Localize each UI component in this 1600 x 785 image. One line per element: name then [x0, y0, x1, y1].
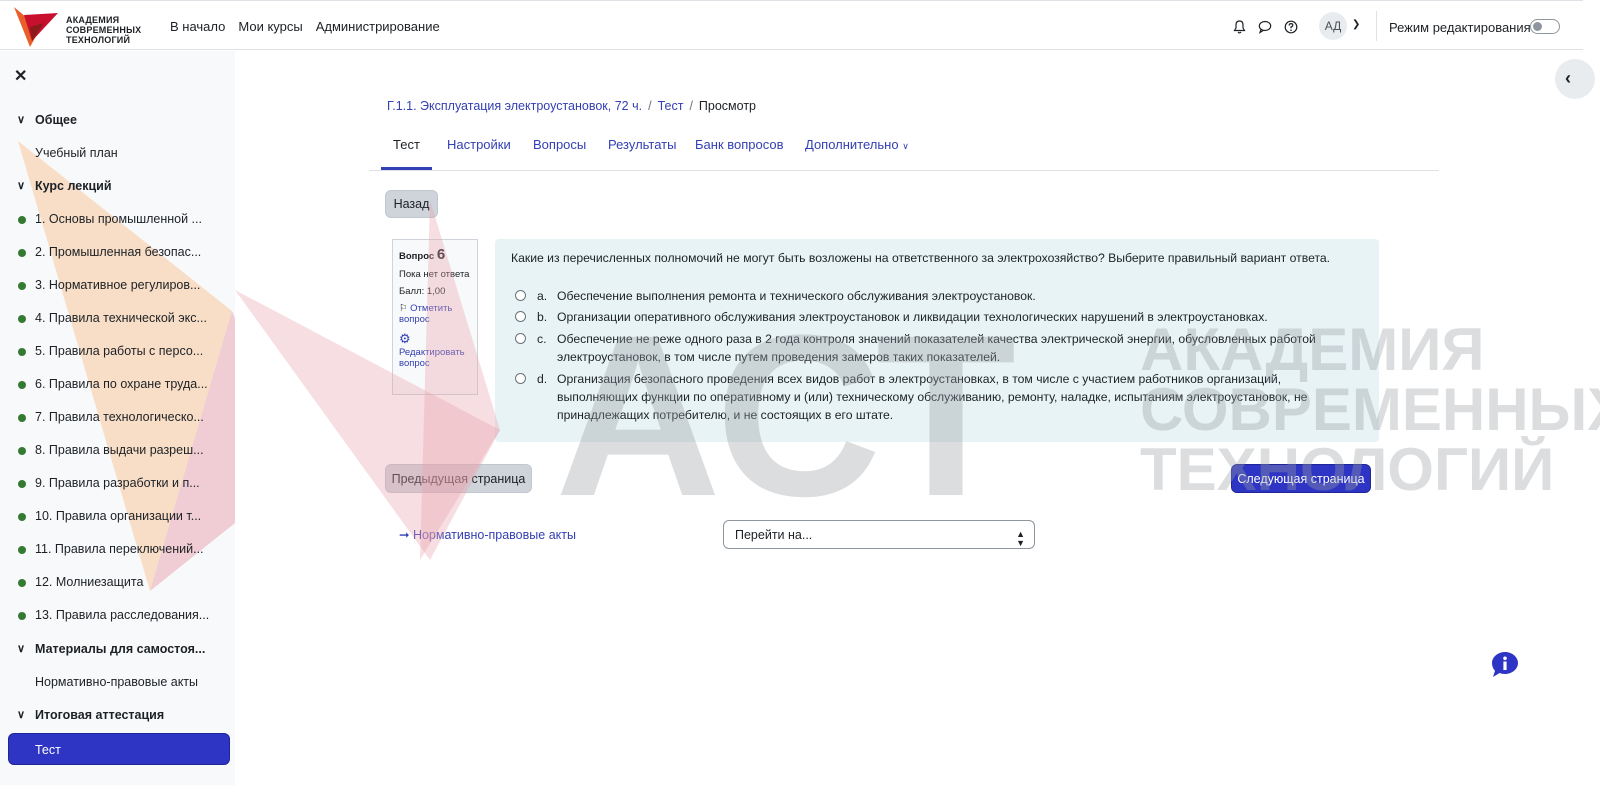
- course-index-drawer: ✕ ∨ Общее Учебный план ∨ Курс лекций 1. …: [0, 51, 235, 785]
- completion-dot: [18, 282, 26, 290]
- edit-mode-label: Режим редактирования: [1389, 20, 1531, 35]
- flag-question-link[interactable]: ⚐ Отметить вопрос: [399, 303, 471, 325]
- breadcrumb-current: Просмотр: [698, 99, 757, 113]
- sidebar-item-lecture-7[interactable]: 7. Правила технологическо...: [0, 403, 235, 431]
- completion-dot: [18, 480, 26, 488]
- breadcrumb: Г.1.1. Эксплуатация электроустановок, 72…: [387, 99, 756, 113]
- nav-link-my-courses[interactable]: Мои курсы: [238, 19, 302, 34]
- radio-button[interactable]: [515, 290, 526, 301]
- chevron-down-icon: ∨: [902, 141, 909, 151]
- breadcrumb-separator: /: [689, 99, 693, 113]
- sidebar-item-lecture-6[interactable]: 6. Правила по охране труда...: [0, 370, 235, 398]
- previous-page-button[interactable]: Предыдущая страница: [385, 464, 532, 493]
- tab-settings[interactable]: Настройки: [447, 137, 511, 152]
- info-chat-icon[interactable]: [1490, 650, 1520, 680]
- sidebar-item-lecture-8[interactable]: 8. Правила выдачи разреш...: [0, 436, 235, 464]
- tab-question-bank[interactable]: Банк вопросов: [695, 137, 784, 152]
- sidebar-item-lecture-5[interactable]: 5. Правила работы с персо...: [0, 337, 235, 365]
- sidebar-item-lecture-2[interactable]: 2. Промышленная безопас...: [0, 238, 235, 266]
- help-icon[interactable]: [1284, 20, 1298, 34]
- nav-link-admin[interactable]: Администрирование: [316, 19, 440, 34]
- sidebar-item-test-active[interactable]: Тест: [8, 733, 230, 765]
- main-region: Г.1.1. Эксплуатация электроустановок, 72…: [235, 51, 1583, 785]
- completion-dot: [18, 447, 26, 455]
- chevron-down-icon[interactable]: ∨: [17, 701, 25, 729]
- tab-results[interactable]: Результаты: [608, 137, 676, 152]
- sidebar-item-lecture-3[interactable]: 3. Нормативное регулиров...: [0, 271, 235, 299]
- question-content: Какие из перечисленных полномочий не мог…: [495, 239, 1379, 442]
- sidebar-item-curriculum[interactable]: Учебный план: [0, 139, 235, 167]
- jump-to-select[interactable]: Перейти на... ▲ ▼: [723, 520, 1035, 549]
- breadcrumb-course-link[interactable]: Г.1.1. Эксплуатация электроустановок, 72…: [387, 99, 642, 113]
- completion-dot: [18, 381, 26, 389]
- messages-icon[interactable]: [1258, 20, 1272, 34]
- completion-dot: [18, 348, 26, 356]
- top-navbar: АКАДЕМИЯ СОВРЕМЕННЫХ ТЕХНОЛОГИЙ В начало…: [0, 0, 1583, 50]
- gear-icon: ⚙: [399, 331, 411, 346]
- next-page-button[interactable]: Следующая страница: [1231, 464, 1371, 493]
- sidebar-item-lecture-10[interactable]: 10. Правила организации т...: [0, 502, 235, 530]
- close-drawer-icon[interactable]: ✕: [14, 66, 27, 86]
- open-block-drawer-button[interactable]: ‹: [1555, 59, 1595, 99]
- sidebar-item-lecture-12[interactable]: 12. Молниезащита: [0, 568, 235, 596]
- tab-quiz[interactable]: Тест: [393, 137, 420, 152]
- completion-dot: [18, 579, 26, 587]
- completion-dot: [18, 315, 26, 323]
- sidebar-item-regulatory-acts[interactable]: Нормативно-правовые акты: [0, 668, 235, 696]
- sidebar-section-general[interactable]: ∨ Общее: [0, 106, 235, 134]
- user-avatar[interactable]: АД: [1319, 12, 1347, 40]
- radio-button[interactable]: [515, 311, 526, 322]
- tab-more[interactable]: Дополнительно ∨: [805, 137, 909, 152]
- completion-dot: [18, 414, 26, 422]
- sidebar-item-lecture-11[interactable]: 11. Правила переключений...: [0, 535, 235, 563]
- chevron-down-icon[interactable]: ∨: [17, 172, 25, 200]
- question-number: Вопрос 6: [399, 246, 446, 263]
- sidebar-item-lecture-9[interactable]: 9. Правила разработки и п...: [0, 469, 235, 497]
- nav-link-home[interactable]: В начало: [170, 19, 225, 34]
- logo-text: АКАДЕМИЯ СОВРЕМЕННЫХ ТЕХНОЛОГИЙ: [66, 15, 142, 45]
- chevron-down-icon[interactable]: ❯: [1352, 19, 1360, 30]
- sidebar-section-final-certification[interactable]: ∨ Итоговая аттестация: [0, 701, 235, 729]
- question-text: Какие из перечисленных полномочий не мог…: [511, 251, 1331, 265]
- previous-activity-link[interactable]: ➞ Нормативно-правовые акты: [399, 527, 576, 542]
- sidebar-item-lecture-1[interactable]: 1. Основы промышленной ...: [0, 205, 235, 233]
- edit-question-link[interactable]: ⚙ Редактировать вопрос: [399, 331, 471, 369]
- question-score: Балл: 1,00: [399, 286, 446, 297]
- completion-dot: [18, 546, 26, 554]
- completion-dot: [18, 513, 26, 521]
- breadcrumb-separator: /: [648, 99, 652, 113]
- question-status: Пока нет ответа: [399, 269, 470, 280]
- site-logo[interactable]: [14, 7, 58, 47]
- completion-dot: [18, 249, 26, 257]
- sidebar-section-self-study[interactable]: ∨ Материалы для самостоя...: [0, 635, 235, 663]
- navbar-divider: [1376, 11, 1377, 41]
- edit-mode-toggle[interactable]: [1530, 19, 1560, 34]
- select-arrows-icon: ▲ ▼: [1016, 529, 1025, 548]
- sidebar-section-lectures[interactable]: ∨ Курс лекций: [0, 172, 235, 200]
- radio-button[interactable]: [515, 373, 526, 384]
- question-info-panel: Вопрос 6 Пока нет ответа Балл: 1,00 ⚐ От…: [392, 239, 478, 395]
- tab-questions[interactable]: Вопросы: [533, 137, 586, 152]
- radio-button[interactable]: [515, 333, 526, 344]
- secondary-navigation: Тест Настройки Вопросы Результаты Банк в…: [369, 131, 1439, 171]
- chevron-down-icon[interactable]: ∨: [17, 106, 25, 134]
- chevron-down-icon[interactable]: ∨: [17, 635, 25, 663]
- sidebar-item-lecture-4[interactable]: 4. Правила технической экс...: [0, 304, 235, 332]
- active-tab-indicator: [381, 167, 432, 170]
- sidebar-item-lecture-13[interactable]: 13. Правила расследования...: [0, 601, 235, 629]
- bell-icon[interactable]: [1233, 20, 1246, 34]
- breadcrumb-quiz-link[interactable]: Тест: [658, 99, 684, 113]
- flag-icon: ⚐: [399, 303, 408, 314]
- completion-dot: [18, 216, 26, 224]
- completion-dot: [18, 612, 26, 620]
- back-button[interactable]: Назад: [385, 190, 438, 218]
- chevron-left-icon: ‹: [1565, 68, 1571, 88]
